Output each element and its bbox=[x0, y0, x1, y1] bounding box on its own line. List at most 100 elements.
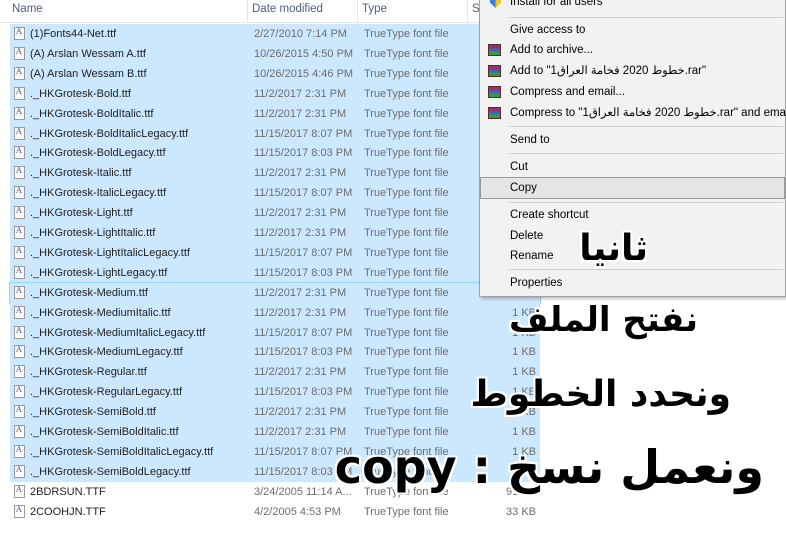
font-file-icon bbox=[14, 305, 25, 319]
file-row[interactable]: ._HKGrotesk-LightItalic.ttf 11/2/2017 2:3… bbox=[10, 223, 540, 243]
menu-item-label: Add to archive... bbox=[510, 44, 594, 56]
menu-item-label: Rename bbox=[510, 250, 554, 262]
menu-item-add-to-rar[interactable]: Add to "خطوط 2020 فخامة العراق1.rar" bbox=[480, 61, 785, 81]
file-name: ._HKGrotesk-Medium.ttf bbox=[30, 286, 148, 299]
file-row[interactable]: 2COOHJN.TTF 4/2/2005 4:53 PM TrueType font… bbox=[10, 502, 540, 522]
file-date: 11/15/2017 8:07 PM bbox=[254, 326, 353, 339]
menu-item-add-to-archive[interactable]: Add to archive... bbox=[480, 40, 785, 60]
file-date: 11/15/2017 8:03 PM bbox=[254, 147, 353, 160]
file-date: 10/26/2015 4:46 PM bbox=[254, 67, 354, 80]
file-row[interactable]: (A) Arslan Wessam A.ttf 10/26/2015 4:50 P… bbox=[10, 43, 540, 64]
font-file-icon bbox=[14, 86, 25, 100]
font-file-icon bbox=[14, 66, 25, 80]
file-type: TrueType font file bbox=[364, 67, 449, 80]
file-date: 11/2/2017 2:31 PM bbox=[254, 87, 347, 100]
file-name: ._HKGrotesk-LightLegacy.ttf bbox=[30, 266, 168, 279]
file-date: 11/2/2017 2:31 PM bbox=[254, 426, 347, 438]
font-file-icon bbox=[14, 365, 25, 379]
file-row[interactable]: ._HKGrotesk-Regular.ttf 11/2/2017 2:31 PM… bbox=[10, 362, 540, 383]
uac-shield-icon bbox=[490, 0, 501, 8]
file-date: 11/2/2017 2:31 PM bbox=[254, 306, 347, 319]
menu-item-give-access[interactable]: Give access to bbox=[480, 20, 785, 40]
menu-item-compress-rar-email[interactable]: Compress to "خطوط 2020 فخامة العراق1.rar… bbox=[480, 103, 786, 123]
file-row[interactable]: ._HKGrotesk-Bold.ttf 11/2/2017 2:31 PM Tru… bbox=[10, 83, 540, 104]
file-date: 11/2/2017 2:31 PM bbox=[254, 227, 347, 239]
file-type: TrueType font file bbox=[364, 127, 449, 140]
file-name: 2BDRSUN.TTF bbox=[30, 485, 106, 498]
file-row[interactable]: ._HKGrotesk-MediumLegacy.ttf 11/15/2017 8… bbox=[10, 342, 540, 363]
file-date: 11/2/2017 2:31 PM bbox=[254, 207, 347, 220]
font-file-icon bbox=[14, 425, 25, 438]
menu-item-cut[interactable]: Cut bbox=[480, 157, 785, 177]
menu-item-compress-email[interactable]: Compress and email... bbox=[480, 82, 785, 102]
file-row[interactable]: ._HKGrotesk-BoldLegacy.ttf 11/15/2017 8:0… bbox=[10, 143, 540, 164]
file-row[interactable]: ._HKGrotesk-Light.ttf 11/2/2017 2:31 PM Tr… bbox=[10, 203, 540, 224]
column-header-name[interactable]: Name bbox=[8, 0, 248, 22]
font-file-icon bbox=[14, 46, 25, 60]
file-name: ._HKGrotesk-SemiBoldItalicLegacy.ttf bbox=[30, 445, 214, 458]
overlay-select-fonts: ونحدد الخطوط bbox=[470, 374, 731, 415]
font-file-icon bbox=[14, 325, 25, 339]
overlay-step-title: ثانيا bbox=[579, 228, 648, 269]
file-name: ._HKGrotesk-BoldLegacy.ttf bbox=[30, 147, 166, 160]
file-size: 33 KB bbox=[506, 505, 536, 518]
file-row[interactable]: ._HKGrotesk-Medium.ttf 11/2/2017 2:31 PM T… bbox=[9, 281, 541, 304]
column-header-type[interactable]: Type bbox=[358, 0, 468, 22]
file-row[interactable]: ._HKGrotesk-BoldItalicLegacy.ttf 11/15/20… bbox=[10, 123, 540, 144]
file-name: ._HKGrotesk-BoldItalicLegacy.ttf bbox=[30, 127, 189, 140]
file-row[interactable]: ._HKGrotesk-Italic.ttf 11/2/2017 2:31 PM T… bbox=[10, 163, 540, 184]
file-name: ._HKGrotesk-SemiBoldItalic.ttf bbox=[30, 426, 179, 438]
font-file-icon bbox=[14, 405, 25, 419]
file-row[interactable]: ._HKGrotesk-BoldItalic.ttf 11/2/2017 2:31… bbox=[10, 103, 540, 124]
file-row[interactable]: (A) Arslan Wessam B.ttf 10/26/2015 4:46 P… bbox=[10, 63, 540, 84]
file-date: 11/2/2017 2:31 PM bbox=[254, 406, 347, 419]
file-name: ._HKGrotesk-RegularLegacy.ttf bbox=[30, 386, 183, 399]
file-row[interactable]: ._HKGrotesk-SemiBold.ttf 11/2/2017 2:31 P… bbox=[10, 402, 540, 423]
font-file-icon bbox=[14, 484, 25, 498]
font-file-icon bbox=[14, 106, 25, 120]
menu-item-create-shortcut[interactable]: Create shortcut bbox=[480, 205, 785, 225]
font-file-icon bbox=[14, 226, 25, 239]
file-row[interactable]: ._HKGrotesk-ItalicLegacy.ttf 11/15/2017 8… bbox=[10, 183, 540, 204]
font-file-icon bbox=[14, 265, 25, 279]
menu-item-copy[interactable]: Copy bbox=[480, 177, 785, 199]
file-date: 11/15/2017 8:07 PM bbox=[254, 246, 353, 259]
file-date: 11/15/2017 8:03 PM bbox=[254, 266, 353, 279]
file-size: 1 KB bbox=[512, 346, 536, 359]
file-date: 2/27/2010 7:14 PM bbox=[254, 28, 347, 40]
file-name: ._HKGrotesk-SemiBold.ttf bbox=[30, 406, 156, 419]
file-type: TrueType font file bbox=[364, 207, 449, 220]
menu-item-send-to[interactable]: Send to bbox=[480, 130, 785, 150]
column-header-date[interactable]: Date modified bbox=[248, 0, 358, 22]
file-row[interactable]: (1)Fonts44-Net.ttf 2/27/2010 7:14 PM TrueT… bbox=[10, 24, 540, 44]
file-name: ._HKGrotesk-BoldItalic.ttf bbox=[30, 107, 154, 120]
file-type: TrueType font file bbox=[364, 386, 449, 399]
file-date: 11/15/2017 8:03 PM bbox=[254, 346, 353, 359]
file-name: ._HKGrotesk-MediumLegacy.ttf bbox=[30, 346, 183, 359]
font-file-icon bbox=[14, 166, 25, 180]
font-file-icon bbox=[14, 285, 25, 299]
file-name: 2COOHJN.TTF bbox=[30, 505, 106, 518]
menu-item-label: Copy bbox=[510, 182, 537, 194]
file-row[interactable]: ._HKGrotesk-RegularLegacy.ttf 11/15/2017 … bbox=[10, 382, 540, 403]
file-row[interactable]: ._HKGrotesk-LightItalicLegacy.ttf 11/15/2… bbox=[10, 242, 540, 263]
file-name: ._HKGrotesk-Italic.ttf bbox=[30, 167, 132, 180]
font-file-icon bbox=[14, 444, 25, 458]
file-type: TrueType font file bbox=[364, 147, 449, 160]
file-row[interactable]: ._HKGrotesk-MediumItalic.ttf 11/2/2017 2:… bbox=[10, 302, 540, 323]
menu-item-label: Delete bbox=[510, 230, 544, 242]
file-name: ._HKGrotesk-MediumItalic.ttf bbox=[30, 306, 171, 319]
menu-separator bbox=[509, 126, 783, 127]
file-row[interactable]: ._HKGrotesk-MediumItalicLegacy.ttf 11/15/… bbox=[10, 322, 540, 343]
file-type: TrueType font file bbox=[364, 167, 449, 180]
file-name: ._HKGrotesk-ItalicLegacy.ttf bbox=[30, 187, 167, 200]
file-type: TrueType font file bbox=[364, 366, 449, 379]
file-name: ._HKGrotesk-Regular.ttf bbox=[30, 366, 147, 379]
file-type: TrueType font file bbox=[364, 107, 449, 120]
menu-item-properties[interactable]: Properties bbox=[480, 273, 785, 293]
file-date: 11/15/2017 8:07 PM bbox=[254, 187, 353, 200]
font-file-icon bbox=[14, 385, 25, 399]
file-row[interactable]: ._HKGrotesk-SemiBoldItalic.ttf 11/2/2017 … bbox=[10, 422, 540, 442]
menu-item-install-all[interactable]: Install for all users bbox=[480, 0, 785, 12]
file-row[interactable]: ._HKGrotesk-LightLegacy.ttf 11/15/2017 8:… bbox=[10, 262, 540, 283]
